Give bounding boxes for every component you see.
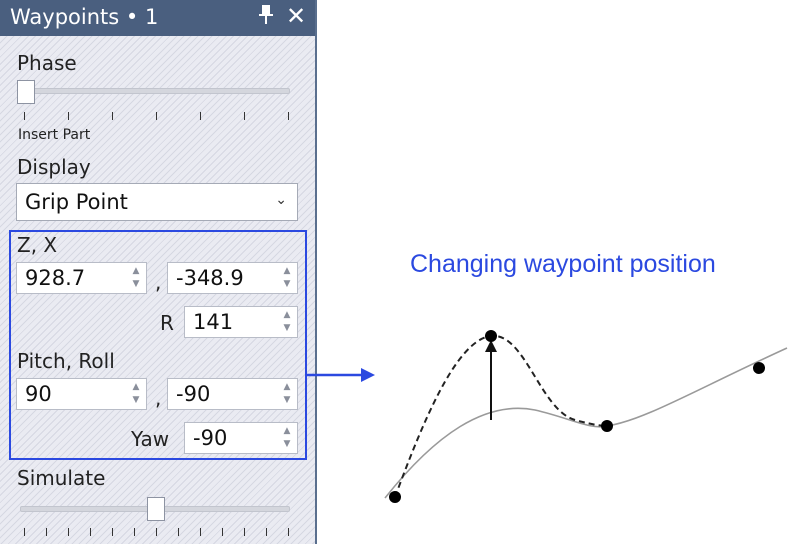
spin-down-icon[interactable]: ▼	[280, 438, 294, 450]
z-value: 928.7	[25, 266, 86, 290]
waypoint-dot	[753, 362, 765, 374]
annotation-caption: Changing waypoint position	[410, 250, 716, 278]
phase-value-label: Insert Part	[18, 127, 91, 143]
roll-spin-arrows[interactable]: ▲ ▼	[280, 381, 294, 407]
pitch-input[interactable]: 90 ▲ ▼	[16, 378, 147, 410]
simulate-slider-ticks	[24, 528, 294, 536]
r-input[interactable]: 141 ▲ ▼	[184, 306, 298, 338]
panel-titlebar: Waypoints • 1 ✕	[0, 0, 315, 36]
roll-value: -90	[176, 382, 211, 406]
pitch-roll-separator: ,	[155, 386, 162, 410]
waypoint-dot	[485, 330, 497, 342]
zx-label: Z, X	[17, 233, 58, 257]
display-selected-value: Grip Point	[25, 190, 128, 214]
spin-down-icon[interactable]: ▼	[129, 278, 143, 290]
r-value: 141	[193, 310, 234, 334]
waypoint-dot	[601, 420, 613, 432]
z-spin-arrows[interactable]: ▲ ▼	[129, 265, 143, 291]
close-icon[interactable]: ✕	[286, 2, 306, 30]
phase-slider-ticks	[24, 112, 294, 120]
spin-up-icon[interactable]: ▲	[280, 425, 294, 437]
phase-slider-thumb[interactable]	[17, 80, 35, 104]
waypoints-panel: Waypoints • 1 ✕ Phase Insert Part Displa…	[0, 0, 317, 544]
pitch-spin-arrows[interactable]: ▲ ▼	[129, 381, 143, 407]
spin-down-icon[interactable]: ▼	[280, 394, 294, 406]
spin-down-icon[interactable]: ▼	[280, 278, 294, 290]
yaw-value: -90	[193, 426, 228, 450]
r-spin-arrows[interactable]: ▲ ▼	[280, 309, 294, 335]
spin-up-icon[interactable]: ▲	[129, 265, 143, 277]
z-input[interactable]: 928.7 ▲ ▼	[16, 262, 147, 294]
chevron-down-icon: ⌄	[275, 192, 287, 208]
yaw-spin-arrows[interactable]: ▲ ▼	[280, 425, 294, 451]
spin-down-icon[interactable]: ▼	[280, 322, 294, 334]
pin-icon[interactable]	[258, 4, 274, 31]
pitch-value: 90	[25, 382, 52, 406]
panel-title: Waypoints • 1	[10, 5, 159, 29]
spin-up-icon[interactable]: ▲	[280, 381, 294, 393]
x-value: -348.9	[176, 266, 244, 290]
waypoint-dot	[389, 491, 401, 503]
display-label: Display	[17, 155, 91, 179]
yaw-label: Yaw	[131, 427, 170, 451]
modified-path-dashed	[394, 334, 608, 498]
spin-up-icon[interactable]: ▲	[280, 309, 294, 321]
simulate-slider-thumb[interactable]	[147, 497, 165, 521]
spin-up-icon[interactable]: ▲	[129, 381, 143, 393]
spin-up-icon[interactable]: ▲	[280, 265, 294, 277]
simulate-label: Simulate	[17, 466, 106, 490]
pitch-roll-label: Pitch, Roll	[17, 349, 115, 373]
r-label: R	[160, 311, 174, 335]
phase-label: Phase	[17, 51, 77, 75]
connector-arrow-icon	[307, 368, 375, 382]
phase-slider-track[interactable]	[20, 88, 290, 94]
original-path	[384, 347, 788, 499]
roll-input[interactable]: -90 ▲ ▼	[167, 378, 298, 410]
x-spin-arrows[interactable]: ▲ ▼	[280, 265, 294, 291]
yaw-input[interactable]: -90 ▲ ▼	[184, 422, 298, 454]
x-input[interactable]: -348.9 ▲ ▼	[167, 262, 298, 294]
waypoint-path-diagram	[384, 330, 788, 503]
spin-down-icon[interactable]: ▼	[129, 394, 143, 406]
display-dropdown[interactable]: Grip Point ⌄	[16, 183, 298, 221]
zx-separator: ,	[155, 270, 162, 294]
